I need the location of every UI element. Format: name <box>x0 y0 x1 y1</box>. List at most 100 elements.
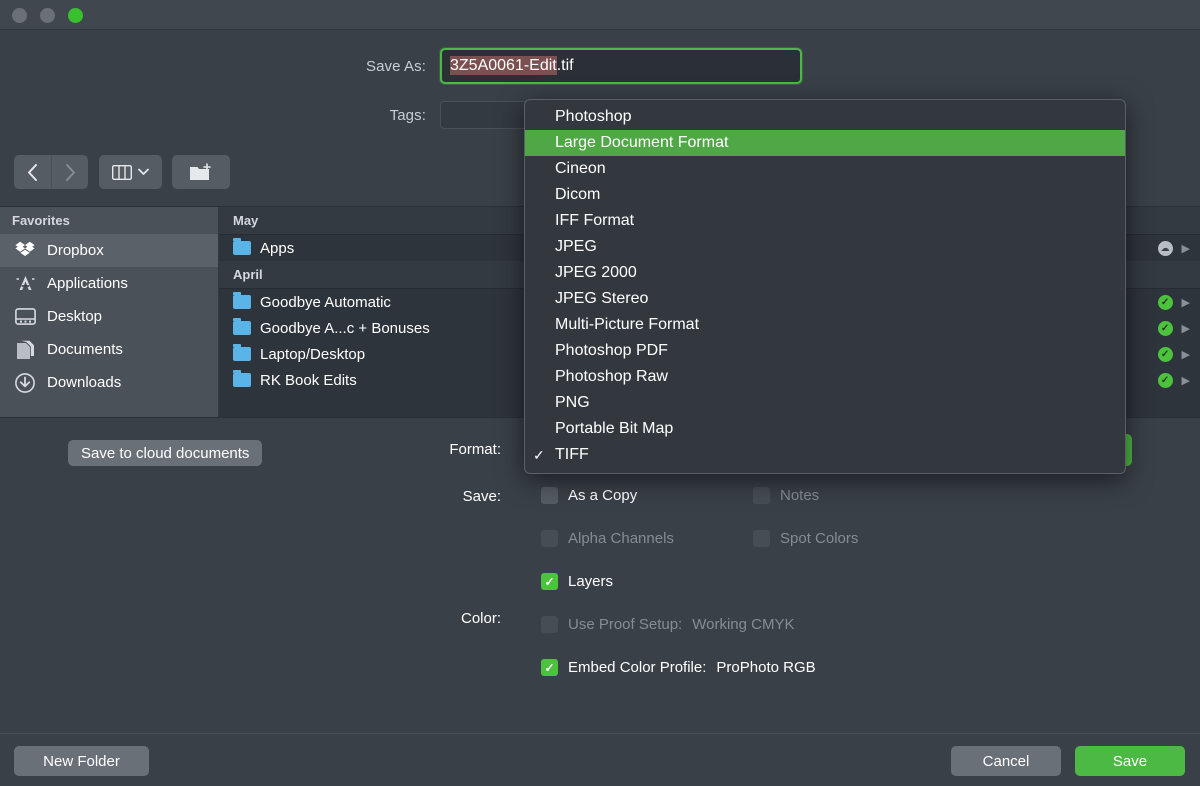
checkbox-box: ✓ <box>541 659 558 676</box>
disclosure-chevron-icon[interactable]: ▶ <box>1182 322 1190 335</box>
menu-item-jpeg[interactable]: JPEG <box>525 234 1125 260</box>
tags-label: Tags: <box>300 107 440 124</box>
disclosure-chevron-icon[interactable]: ▶ <box>1182 374 1190 387</box>
sync-check-icon: ✓ <box>1158 295 1173 310</box>
menu-item-label: IFF Format <box>555 212 634 230</box>
checkbox-box <box>541 530 558 547</box>
save-dialog: Save As: 3Z5A0061-Edit.tif Tags: <box>0 0 1200 786</box>
menu-item-large-document-format[interactable]: Large Document Format <box>525 130 1125 156</box>
save-as-selected-text: 3Z5A0061-Edit <box>450 56 557 75</box>
new-folder-button[interactable]: New Folder <box>14 746 149 776</box>
sidebar-item-label: Applications <box>47 275 128 292</box>
sync-check-icon: ✓ <box>1158 373 1173 388</box>
sidebar-item-label: Dropbox <box>47 242 104 259</box>
zoom-window-button[interactable] <box>68 8 83 23</box>
menu-item-photoshop-raw[interactable]: Photoshop Raw <box>525 364 1125 390</box>
menu-item-label: Cineon <box>555 160 606 178</box>
color-options-label: Color: <box>371 610 501 627</box>
checkbox-box <box>541 616 558 633</box>
chevron-down-icon <box>138 168 149 176</box>
dropbox-icon <box>14 240 36 262</box>
desktop-icon <box>14 306 36 328</box>
menu-item-label: Photoshop PDF <box>555 342 668 360</box>
sidebar-item-applications[interactable]: Applications <box>0 267 218 300</box>
disclosure-chevron-icon[interactable]: ▶ <box>1182 242 1190 255</box>
checkbox-label: Layers <box>568 573 613 590</box>
format-dropdown-menu: Photoshop Large Document Format Cineon D… <box>524 99 1126 474</box>
cloud-status-icon: ☁ <box>1158 241 1173 256</box>
folder-icon <box>233 241 251 255</box>
menu-item-label: Dicom <box>555 186 600 204</box>
notes-checkbox: Notes <box>753 487 819 504</box>
menu-item-label: JPEG 2000 <box>555 264 637 282</box>
cancel-button[interactable]: Cancel <box>951 746 1061 776</box>
view-mode-button[interactable] <box>99 155 162 189</box>
alpha-channels-checkbox: Alpha Channels <box>541 530 674 547</box>
checkbox-box <box>541 487 558 504</box>
sidebar-item-desktop[interactable]: Desktop <box>0 300 218 333</box>
close-window-button[interactable] <box>12 8 27 23</box>
sidebar-item-label: Documents <box>47 341 123 358</box>
save-to-cloud-documents-button[interactable]: Save to cloud documents <box>68 440 262 466</box>
forward-button[interactable] <box>51 155 88 189</box>
menu-item-label: Photoshop <box>555 108 632 126</box>
menu-item-portable-bit-map[interactable]: Portable Bit Map <box>525 416 1125 442</box>
save-as-extension: .tif <box>557 57 574 74</box>
save-as-row: Save As: 3Z5A0061-Edit.tif <box>300 48 860 84</box>
new-folder-toolbar-button[interactable] <box>172 155 230 189</box>
navigation-buttons <box>14 155 88 189</box>
menu-item-jpeg-2000[interactable]: JPEG 2000 <box>525 260 1125 286</box>
minimize-window-button[interactable] <box>40 8 55 23</box>
sidebar-item-label: Desktop <box>47 308 102 325</box>
chevron-right-icon <box>65 164 76 181</box>
menu-item-tiff[interactable]: ✓ TIFF <box>525 442 1125 468</box>
window-titlebar <box>0 0 1200 30</box>
format-label: Format: <box>371 441 501 458</box>
documents-icon <box>14 339 36 361</box>
menu-item-label: JPEG Stereo <box>555 290 648 308</box>
save-as-input[interactable]: 3Z5A0061-Edit.tif <box>440 48 802 84</box>
checkbox-box <box>753 487 770 504</box>
checkbox-box: ✓ <box>541 573 558 590</box>
favorites-sidebar: Favorites Dropbox <box>0 207 219 417</box>
proof-setup-value: Working CMYK <box>692 616 794 633</box>
back-button[interactable] <box>14 155 51 189</box>
menu-item-photoshop-pdf[interactable]: Photoshop PDF <box>525 338 1125 364</box>
folder-icon <box>233 347 251 361</box>
favorites-header: Favorites <box>0 207 218 234</box>
menu-item-label: TIFF <box>555 446 589 464</box>
menu-item-photoshop[interactable]: Photoshop <box>525 104 1125 130</box>
menu-item-label: Multi-Picture Format <box>555 316 699 334</box>
spot-colors-checkbox: Spot Colors <box>753 530 858 547</box>
layers-checkbox[interactable]: ✓ Layers <box>541 573 613 590</box>
menu-item-iff-format[interactable]: IFF Format <box>525 208 1125 234</box>
sidebar-item-downloads[interactable]: Downloads <box>0 366 218 399</box>
downloads-icon <box>14 372 36 394</box>
menu-item-multi-picture-format[interactable]: Multi-Picture Format <box>525 312 1125 338</box>
as-a-copy-checkbox[interactable]: As a Copy <box>541 487 637 504</box>
disclosure-chevron-icon[interactable]: ▶ <box>1182 296 1190 309</box>
folder-icon <box>233 321 251 335</box>
sidebar-item-dropbox[interactable]: Dropbox <box>0 234 218 267</box>
checkbox-box <box>753 530 770 547</box>
menu-checkmark-icon: ✓ <box>533 447 555 464</box>
menu-item-label: Large Document Format <box>555 134 728 152</box>
chevron-left-icon <box>27 164 38 181</box>
menu-item-dicom[interactable]: Dicom <box>525 182 1125 208</box>
menu-item-label: Portable Bit Map <box>555 420 673 438</box>
column-view-icon <box>112 165 132 180</box>
sidebar-item-label: Downloads <box>47 374 121 391</box>
save-button[interactable]: Save <box>1075 746 1185 776</box>
save-as-label: Save As: <box>300 58 440 75</box>
save-options-label: Save: <box>371 488 501 505</box>
checkbox-label: Spot Colors <box>780 530 858 547</box>
embed-color-profile-checkbox[interactable]: ✓ Embed Color Profile: ProPhoto RGB <box>541 659 816 676</box>
menu-item-label: PNG <box>555 394 590 412</box>
disclosure-chevron-icon[interactable]: ▶ <box>1182 348 1190 361</box>
new-folder-icon <box>189 163 213 182</box>
menu-item-cineon[interactable]: Cineon <box>525 156 1125 182</box>
applications-icon <box>14 273 36 295</box>
menu-item-png[interactable]: PNG <box>525 390 1125 416</box>
sidebar-item-documents[interactable]: Documents <box>0 333 218 366</box>
menu-item-jpeg-stereo[interactable]: JPEG Stereo <box>525 286 1125 312</box>
